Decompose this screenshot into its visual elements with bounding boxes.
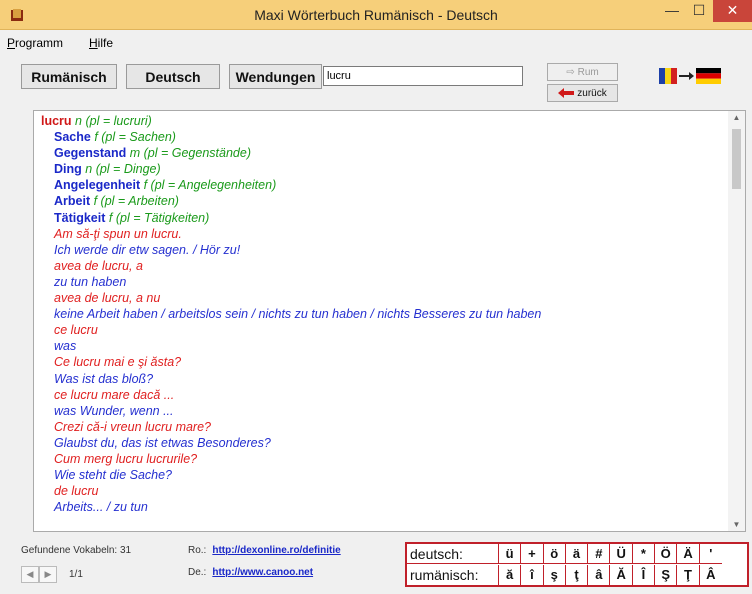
romanian-char-key[interactable]: î (521, 565, 544, 585)
translation-line[interactable]: Gegenstand m (pl = Gegenstände) (41, 145, 731, 161)
example-romanian: Cum merg lucru lucrurile? (54, 451, 198, 466)
romanian-button[interactable]: Rumänisch (21, 64, 117, 89)
german-char-key[interactable]: ü (499, 544, 522, 563)
next-page-button[interactable]: ▶ (39, 565, 57, 583)
translation-word: Sache (54, 130, 91, 145)
phrases-button[interactable]: Wendungen (229, 64, 322, 89)
romanian-char-key[interactable]: Ţ (677, 565, 700, 585)
canoo-link[interactable]: http://www.canoo.net (212, 567, 313, 578)
romanian-char-key[interactable]: ă (499, 565, 522, 585)
special-char-panel: deutsch: ü + ö ä # Ü * Ö Ä ' rumänisch: ăîşţâĂÎŞŢ… (405, 542, 749, 587)
example-german: Ich werde dir etw sagen. / Hör zu! (54, 242, 241, 257)
back-button[interactable]: zurück (547, 84, 618, 102)
german-char-key[interactable]: Ü (610, 544, 633, 563)
example-german: Was ist das bloß? (54, 371, 154, 386)
translation-word: Ding (54, 162, 82, 177)
de-link-row: De.: http://www.canoo.net (188, 567, 314, 578)
german-char-key[interactable]: ' (700, 544, 722, 563)
romanian-char-key[interactable]: ş (544, 565, 566, 585)
example-romanian: ce lucru mare dacă ... (54, 387, 175, 402)
translation-grammar: m (pl = Gegenstände) (129, 146, 251, 161)
rum-button[interactable]: ⇨ Rum (547, 63, 618, 81)
example-romanian: Am să-ţi spun un lucru. (54, 226, 182, 241)
romanian-char-key[interactable]: â (588, 565, 611, 585)
romanian-char-key[interactable]: Â (700, 565, 722, 585)
german-label: deutsch: (407, 544, 499, 563)
window-title: Maxi Wörterbuch Rumänisch - Deutsch (254, 7, 498, 23)
example-german: was (54, 339, 77, 354)
headword-line: lucru n (pl = lucruri) (41, 113, 731, 129)
entry-content: lucru n (pl = lucruri) Sache f (pl = Sac… (41, 113, 731, 515)
romanian-char-key[interactable]: Î (633, 565, 656, 585)
example-german: zu tun haben (54, 274, 127, 289)
translation-line[interactable]: Ding n (pl = Dinge) (41, 161, 731, 177)
title-bar: Maxi Wörterbuch Rumänisch - Deutsch — ☐ … (0, 0, 752, 30)
translation-grammar: f (pl = Arbeiten) (93, 194, 179, 209)
translation-line[interactable]: Sache f (pl = Sachen) (41, 129, 731, 145)
arrow-left-icon (558, 88, 575, 98)
example-german: Wie steht die Sache? (54, 468, 173, 483)
dexonline-link[interactable]: http://dexonline.ro/definitie (212, 545, 340, 556)
german-button[interactable]: Deutsch (126, 64, 220, 89)
example-romanian: Ce lucru mai e şi ăsta? (54, 355, 182, 370)
menu-programm[interactable]: Programm (7, 36, 63, 50)
translation-grammar: f (pl = Tätigkeiten) (108, 210, 210, 225)
pager: ◀ ▶ 1/1 (21, 565, 83, 583)
menu-bar: Programm Hilfe (0, 31, 752, 53)
result-panel: lucru n (pl = lucruri) Sache f (pl = Sac… (33, 110, 746, 532)
german-char-row: deutsch: ü + ö ä # Ü * Ö Ä ' (407, 544, 722, 564)
menu-hilfe[interactable]: Hilfe (89, 36, 113, 50)
romanian-label: rumänisch: (407, 565, 499, 585)
example-german: Glaubst du, das ist etwas Besonderes? (54, 435, 271, 450)
arrow-right-icon: ⇨ (566, 66, 575, 78)
translation-word: Arbeit (54, 194, 91, 209)
translation-grammar: f (pl = Angelegenheiten) (143, 178, 277, 193)
scroll-down-icon[interactable]: ▼ (728, 520, 745, 529)
example-romanian: avea de lucru, a nu (54, 291, 161, 306)
translation-line[interactable]: Angelegenheit f (pl = Angelegenheiten) (41, 177, 731, 193)
german-char-key[interactable]: Ö (655, 544, 678, 563)
german-char-key[interactable]: + (521, 544, 544, 563)
prev-page-button[interactable]: ◀ (21, 565, 39, 583)
close-button[interactable]: ✕ (713, 0, 752, 22)
headword: lucru (41, 114, 72, 128)
vertical-scrollbar[interactable]: ▲ ▼ (728, 111, 745, 531)
translation-grammar: n (pl = Dinge) (85, 162, 161, 177)
german-char-key[interactable]: # (588, 544, 611, 563)
maximize-button[interactable]: ☐ (686, 0, 712, 22)
scroll-thumb[interactable] (732, 129, 741, 189)
page-indicator: 1/1 (69, 568, 83, 580)
romanian-char-key[interactable]: ţ (566, 565, 589, 585)
example-german: was Wunder, wenn ... (54, 403, 174, 418)
example-german: keine Arbeit haben / arbeitslos sein / n… (54, 307, 542, 322)
translation-line[interactable]: Arbeit f (pl = Arbeiten) (41, 193, 731, 209)
romanian-char-row: rumänisch: ăîşţâĂÎŞŢÂ (407, 565, 722, 585)
vocab-count: Gefundene Vokabeln: 31 (21, 545, 132, 556)
example-romanian: ce lucru (54, 323, 98, 338)
scroll-up-icon[interactable]: ▲ (728, 113, 745, 122)
minimize-button[interactable]: — (659, 0, 685, 22)
translation-line[interactable]: Tätigkeit f (pl = Tätigkeiten) (41, 210, 731, 226)
language-direction-flags[interactable] (659, 68, 721, 84)
translation-grammar: f (pl = Sachen) (94, 130, 176, 145)
ro-link-row: Ro.: http://dexonline.ro/definitie (188, 545, 341, 556)
example-romanian: de lucru (54, 484, 99, 499)
romanian-char-key[interactable]: Ă (610, 565, 633, 585)
example-romanian: avea de lucru, a (54, 258, 143, 273)
translation-word: Gegenstand (54, 146, 127, 161)
headword-grammar: n (pl = lucruri) (75, 114, 152, 128)
example-german: Arbeits... / zu tun (54, 500, 148, 515)
translation-word: Tätigkeit (54, 210, 106, 225)
german-char-key[interactable]: ä (566, 544, 589, 563)
german-char-key[interactable]: Ä (677, 544, 700, 563)
example-romanian: Crezi că-i vreun lucru mare? (54, 419, 211, 434)
translation-word: Angelegenheit (54, 178, 141, 193)
search-input[interactable] (323, 66, 523, 86)
german-char-key[interactable]: * (633, 544, 656, 563)
german-char-key[interactable]: ö (544, 544, 566, 563)
romanian-char-key[interactable]: Ş (655, 565, 678, 585)
